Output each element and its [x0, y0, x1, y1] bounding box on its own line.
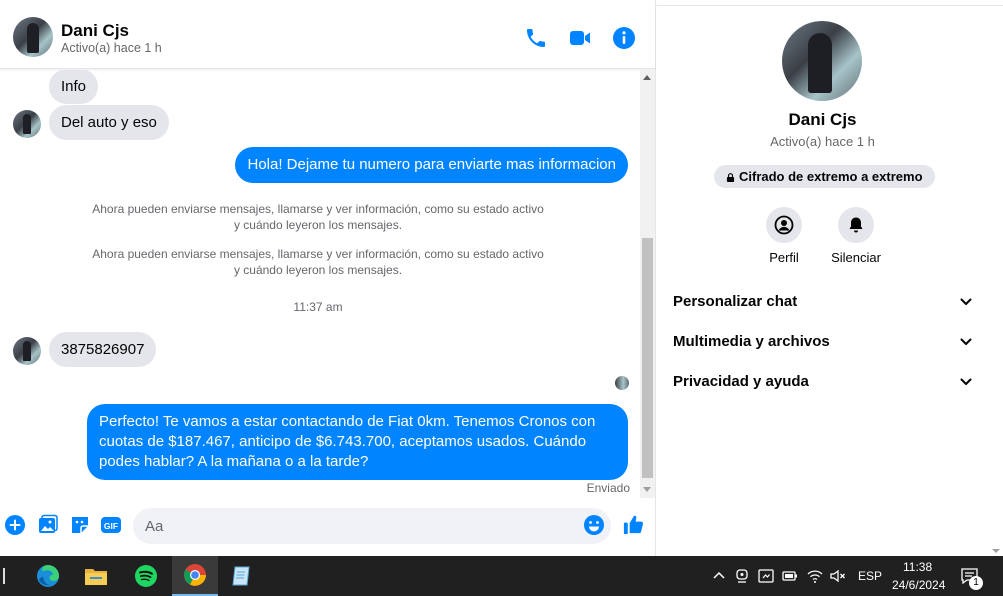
notification-count-badge: 1 — [969, 576, 983, 590]
chrome-icon — [184, 564, 206, 586]
plus-icon[interactable] — [4, 514, 26, 536]
profile-name: Dani Cjs — [788, 110, 857, 129]
section-title: Personalizar chat — [673, 293, 798, 310]
outgoing-message: Perfecto! Te vamos a estar contactando d… — [87, 404, 628, 480]
emoji-icon[interactable] — [583, 514, 605, 536]
chat-header: Dani Cjs Activo(a) hace 1 h — [0, 6, 655, 69]
profile-status: Activo(a) hace 1 h — [770, 134, 875, 149]
section-title: Multimedia y archivos — [673, 333, 830, 350]
incoming-message: 3875826907 — [49, 332, 157, 367]
message-composer: GIF — [0, 498, 655, 556]
scroll-thumb[interactable] — [642, 238, 653, 478]
contact-avatar[interactable] — [13, 17, 53, 57]
contact-avatar-small[interactable] — [13, 110, 41, 138]
chevron-up-icon[interactable] — [710, 567, 728, 585]
language-indicator[interactable]: ESP — [858, 569, 882, 583]
scroll-down-arrow[interactable] — [643, 487, 651, 492]
chat-panel: Dani Cjs Activo(a) hace 1 h Info Del aut… — [0, 0, 656, 556]
encryption-label: Cifrado de extremo a extremo — [739, 169, 923, 184]
section-media-files[interactable]: Multimedia y archivos — [673, 324, 973, 360]
section-title: Privacidad y ayuda — [673, 373, 809, 390]
clock-date[interactable]: 24/6/2024 — [892, 578, 945, 592]
edge-icon — [37, 565, 59, 587]
app-window: Dani Cjs Activo(a) hace 1 h Info Del aut… — [0, 0, 1003, 596]
notepad-icon — [232, 566, 250, 586]
conversation-info-panel: Dani Cjs Activo(a) hace 1 h Cifrado de e… — [657, 7, 988, 556]
sticker-icon[interactable] — [69, 514, 91, 536]
volume-muted-icon[interactable] — [829, 567, 847, 585]
bell-icon — [849, 217, 863, 233]
chevron-down-icon — [960, 378, 972, 385]
message-list: Info Del auto y eso Hola! Dejame tu nume… — [0, 70, 640, 498]
mute-label: Silenciar — [831, 250, 881, 265]
gif-icon[interactable]: GIF — [100, 514, 122, 536]
clock-time[interactable]: 11:38 — [903, 560, 932, 574]
end-to-end-encryption-badge[interactable]: Cifrado de extremo a extremo — [714, 165, 935, 188]
seen-indicator-avatar — [615, 376, 629, 390]
like-icon[interactable] — [622, 513, 645, 536]
file-explorer-icon — [85, 569, 107, 585]
outgoing-message: Hola! Dejame tu numero para enviarte mas… — [235, 147, 628, 183]
svg-text:GIF: GIF — [104, 521, 118, 531]
system-message: Ahora pueden enviarse mensajes, llamarse… — [92, 247, 544, 277]
video-call-icon[interactable] — [568, 26, 592, 50]
section-privacy-help[interactable]: Privacidad y ayuda — [673, 364, 973, 400]
scroll-down-arrow[interactable] — [992, 549, 1000, 553]
incoming-message: Info — [49, 70, 99, 104]
taskbar-file-explorer[interactable] — [74, 556, 118, 596]
chat-scrollbar[interactable] — [640, 70, 655, 498]
lock-icon — [726, 173, 735, 182]
taskbar-spotify[interactable] — [124, 556, 168, 596]
profile-button[interactable]: Perfil — [749, 207, 819, 265]
info-panel-scrollbar[interactable] — [988, 7, 1003, 556]
message-timestamp: 11:37 am — [293, 300, 343, 314]
system-message: Ahora pueden enviarse mensajes, llamarse… — [92, 202, 544, 232]
profile-avatar[interactable] — [782, 21, 862, 101]
profile-label: Perfil — [769, 250, 799, 265]
contact-avatar-small[interactable] — [13, 337, 41, 365]
battery-icon[interactable] — [781, 567, 799, 585]
image-icon[interactable] — [37, 514, 59, 536]
wifi-icon[interactable] — [806, 567, 824, 585]
webcam-icon[interactable] — [733, 567, 751, 585]
info-icon[interactable] — [612, 26, 636, 50]
screen-capture-icon[interactable] — [757, 567, 775, 585]
section-customize-chat[interactable]: Personalizar chat — [673, 284, 973, 320]
spotify-icon — [135, 565, 157, 587]
phone-icon[interactable] — [524, 26, 548, 50]
windows-taskbar: ESP 11:38 24/6/2024 1 — [0, 556, 1003, 596]
scroll-up-arrow[interactable] — [643, 75, 651, 80]
chevron-down-icon — [960, 338, 972, 345]
taskbar-edge — [3, 568, 5, 584]
profile-icon — [774, 215, 794, 235]
mute-button[interactable]: Silenciar — [821, 207, 891, 265]
taskbar-chrome[interactable] — [172, 556, 218, 596]
contact-status: Activo(a) hace 1 h — [61, 41, 162, 55]
taskbar-edge-browser[interactable] — [26, 556, 70, 596]
taskbar-notepad[interactable] — [220, 556, 264, 596]
sent-status: Enviado — [586, 481, 630, 495]
message-input[interactable] — [145, 516, 575, 536]
incoming-message: Del auto y eso — [49, 105, 169, 140]
message-input-box[interactable] — [133, 508, 611, 544]
contact-name[interactable]: Dani Cjs — [61, 21, 129, 41]
chevron-down-icon — [960, 298, 972, 305]
